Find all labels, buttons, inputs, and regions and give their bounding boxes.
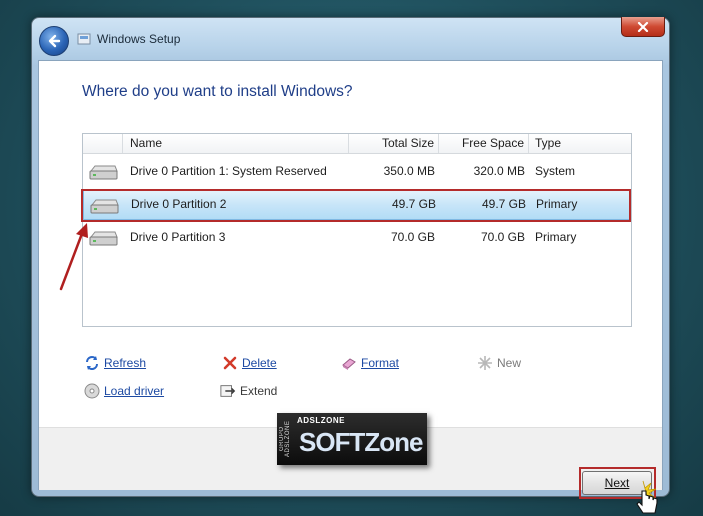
row-name: Drive 0 Partition 3 [130,230,226,244]
row-free-space: 320.0 MB [473,164,525,178]
column-header-free-space[interactable]: Free Space [439,134,529,153]
list-header: Name Total Size Free Space Type [83,134,631,154]
extend-label: Extend [240,384,278,398]
watermark-main-text: SOFTZone [299,427,423,457]
load-driver-link[interactable]: Load driver [84,383,164,399]
table-row[interactable]: Drive 0 Partition 1: System Reserved 350… [83,156,631,187]
delete-link[interactable]: Delete [222,355,277,371]
drive-icon [89,165,118,180]
content-panel: Where do you want to install Windows? Na… [38,60,663,514]
refresh-link[interactable]: Refresh [84,355,146,371]
new-label: New [497,356,522,370]
close-icon [637,21,649,32]
back-arrow-icon [48,34,61,48]
watermark-side-text: GRUPO ADSLZONE [279,420,291,458]
new-link[interactable]: New [477,355,521,371]
disc-icon [84,383,100,399]
back-button[interactable] [39,26,69,56]
setup-window: Windows Setup Where do you want to insta… [31,17,670,514]
close-button[interactable] [621,17,665,37]
extend-icon [220,383,236,399]
refresh-icon [84,355,100,371]
column-header-type[interactable]: Type [529,134,631,153]
watermark-top-text: ADSLZONE [297,416,345,425]
row-name: Drive 0 Partition 1: System Reserved [130,164,327,178]
row-type: Primary [535,230,577,244]
format-label: Format [361,356,400,370]
softzone-watermark-logo: GRUPO ADSLZONE ADSLZONE SOFTZone [277,413,427,465]
red-arrow-annotation [59,223,88,291]
column-header-icon [83,134,123,153]
row-free-space: 70.0 GB [480,230,525,244]
row-total-size: 350.0 MB [383,164,435,178]
hand-cursor-icon [636,480,658,514]
selected-partition-highlight [81,189,631,222]
table-row[interactable]: Drive 0 Partition 3 70.0 GB 70.0 GB Prim… [83,222,631,253]
column-header-name[interactable]: Name [123,134,349,153]
new-star-icon [477,355,493,371]
page-heading: Where do you want to install Windows? [82,83,353,100]
eraser-icon [341,355,357,371]
setup-icon [77,33,91,45]
title-bar: Windows Setup [32,17,669,60]
row-type: System [535,164,576,178]
delete-x-icon [222,355,238,371]
partition-list[interactable]: Name Total Size Free Space Type Drive 0 … [82,133,632,327]
format-link[interactable]: Format [341,355,399,371]
column-header-total-size[interactable]: Total Size [349,134,439,153]
window-title: Windows Setup [97,32,181,46]
extend-link[interactable]: Extend [220,383,277,399]
refresh-label: Refresh [104,356,147,370]
load-driver-label: Load driver [104,384,165,398]
row-total-size: 70.0 GB [390,230,435,244]
delete-label: Delete [242,356,277,370]
